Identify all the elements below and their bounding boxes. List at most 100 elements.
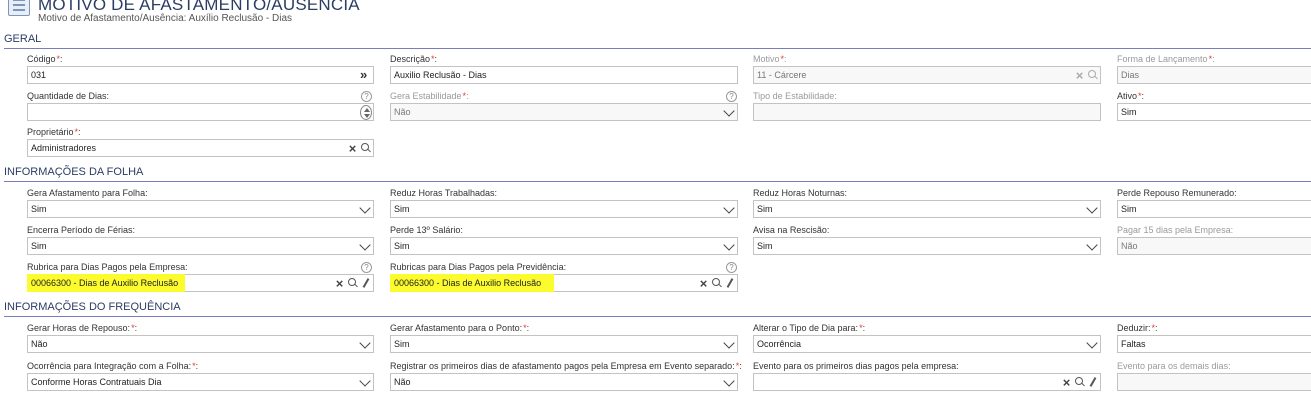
reduz-horas-trabalhadas-value: Sim — [394, 204, 410, 214]
proprietario-label: Proprietário — [27, 127, 74, 137]
search-icon[interactable] — [1088, 70, 1098, 80]
edit-pencil-icon[interactable] — [1088, 376, 1098, 388]
help-icon[interactable]: ? — [361, 91, 372, 102]
clear-x-icon[interactable]: × — [334, 277, 345, 290]
search-icon[interactable] — [361, 143, 371, 153]
codigo-input[interactable]: 031 » — [27, 66, 374, 84]
registrar-primeiros-dias-value: Não — [394, 377, 411, 387]
edit-pencil-icon[interactable] — [725, 277, 735, 289]
clear-x-icon[interactable]: × — [1061, 376, 1072, 389]
help-icon[interactable]: ? — [726, 91, 737, 102]
descricao-label: Descrição — [390, 54, 431, 64]
rubrica-empresa-overlay: 00066300 - Dias de Auxilio Reclusão × — [27, 274, 374, 292]
chevron-down-icon[interactable] — [722, 106, 736, 119]
encerra-periodo-ferias-value: Sim — [31, 241, 47, 251]
deduzir-select[interactable]: Faltas — [1117, 335, 1311, 353]
avisa-rescisao-select[interactable]: Sim — [753, 237, 1101, 255]
descricao-input[interactable]: Auxilio Reclusão - Dias — [390, 66, 738, 84]
rubricas-previdencia-label: Rubricas para Dias Pagos pela Previdênci… — [390, 262, 567, 272]
forma-lancamento-input[interactable]: Dias — [1117, 66, 1311, 84]
evento-demais-dias-label: Evento para os demais dias: — [1117, 361, 1231, 371]
double-chevron-icon[interactable]: » — [360, 68, 374, 82]
pagar-15-dias-value: Não — [1121, 241, 1138, 251]
perde-repouso-select[interactable]: Sim — [1117, 200, 1311, 218]
rubrica-empresa-label: Rubrica para Dias Pagos pela Empresa: — [27, 262, 188, 272]
help-icon[interactable]: ? — [361, 262, 372, 273]
chevron-down-icon[interactable] — [358, 376, 372, 389]
search-icon[interactable] — [348, 278, 358, 288]
gerar-afastamento-ponto-label: Gerar Afastamento para o Ponto: — [390, 323, 523, 333]
deduzir-label: Deduzir: — [1117, 323, 1151, 333]
clear-x-icon[interactable]: × — [698, 277, 709, 290]
evento-demais-dias-input[interactable] — [1117, 373, 1311, 391]
page-list-icon — [8, 0, 30, 16]
search-icon[interactable] — [712, 278, 722, 288]
ativo-select[interactable]: Sim — [1117, 103, 1311, 121]
chevron-down-icon[interactable] — [1085, 240, 1099, 253]
gera-afastamento-folha-value: Sim — [31, 204, 47, 214]
proprietario-input[interactable]: Administradores × — [27, 139, 374, 157]
gerar-horas-repouso-select[interactable]: Não — [27, 335, 374, 353]
rubricas-previdencia-value: 00066300 - Dias de Auxilio Reclusão — [394, 278, 542, 288]
forma-lancamento-value: Dias — [1121, 70, 1140, 80]
clear-x-icon[interactable]: × — [1074, 69, 1085, 82]
motivo-input[interactable]: 11 - Cárcere × — [753, 66, 1101, 84]
reduz-horas-trabalhadas-label: Reduz Horas Trabalhadas: — [390, 188, 498, 198]
registrar-primeiros-dias-label: Registrar os primeiros dias de afastamen… — [390, 361, 735, 371]
encerra-periodo-ferias-select[interactable]: Sim — [27, 237, 374, 255]
reduz-horas-noturnas-value: Sim — [757, 204, 773, 214]
motivo-value: 11 - Cárcere — [757, 70, 807, 80]
proprietario-value: Administradores — [31, 143, 97, 153]
chevron-down-icon[interactable] — [722, 338, 736, 351]
encerra-periodo-ferias-label: Encerra Período de Férias: — [27, 225, 136, 235]
chevron-down-icon[interactable] — [722, 240, 736, 253]
evento-primeiros-dias-input[interactable]: × — [753, 373, 1101, 391]
gera-afastamento-folha-select[interactable]: Sim — [27, 200, 374, 218]
registrar-primeiros-dias-select[interactable]: Não — [390, 373, 738, 391]
reduz-horas-noturnas-label: Reduz Horas Noturnas: — [753, 188, 848, 198]
chevron-down-icon[interactable] — [358, 203, 372, 216]
gerar-afastamento-ponto-select[interactable]: Sim — [390, 335, 738, 353]
forma-lancamento-label: Forma de Lançamento — [1117, 54, 1208, 64]
tipo-estabilidade-label: Tipo de Estabilidade: — [753, 91, 837, 101]
quantidade-dias-label: Quantidade de Dias: — [27, 91, 110, 101]
chevron-down-icon[interactable] — [358, 240, 372, 253]
reduz-horas-noturnas-select[interactable]: Sim — [753, 200, 1101, 218]
perde-13-label: Perde 13º Salário: — [390, 225, 463, 235]
pagar-15-dias-select[interactable]: Não — [1117, 237, 1311, 255]
ativo-value: Sim — [1121, 107, 1137, 117]
pagar-15-dias-label: Pagar 15 dias pela Empresa: — [1117, 225, 1234, 235]
section-folha: INFORMAÇÕES DA FOLHA — [4, 166, 1311, 182]
search-icon[interactable] — [1075, 377, 1085, 387]
codigo-value: 031 — [31, 70, 47, 80]
gera-estabilidade-label: Gera Estabilidade — [390, 91, 462, 101]
quantidade-dias-input[interactable] — [27, 103, 374, 121]
gerar-horas-repouso-value: Não — [31, 339, 48, 349]
alterar-tipo-dia-select[interactable]: Ocorrência — [753, 335, 1101, 353]
rubricas-previdencia-overlay: 00066300 - Dias de Auxilio Reclusão × — [390, 274, 738, 292]
spinner-icon[interactable] — [360, 105, 372, 120]
chevron-down-icon[interactable] — [1085, 338, 1099, 351]
section-frequencia: INFORMAÇÕES DO FREQUÊNCIA — [4, 301, 1311, 317]
help-icon[interactable]: ? — [726, 262, 737, 273]
motivo-label: Motivo — [753, 54, 780, 64]
ocorrencia-integracao-label: Ocorrência para Integração com a Folha: — [27, 361, 192, 371]
deduzir-value: Faltas — [1121, 339, 1146, 349]
chevron-down-icon[interactable] — [722, 376, 736, 389]
chevron-down-icon[interactable] — [722, 203, 736, 216]
tipo-estabilidade-input[interactable] — [753, 103, 1101, 121]
clear-x-icon[interactable]: × — [347, 142, 358, 155]
ocorrencia-integracao-select[interactable]: Conforme Horas Contratuais Dia — [27, 373, 374, 391]
gera-estabilidade-select[interactable]: Não — [390, 103, 738, 121]
chevron-down-icon[interactable] — [1085, 203, 1099, 216]
chevron-down-icon[interactable] — [358, 338, 372, 351]
alterar-tipo-dia-label: Alterar o Tipo de Dia para: — [753, 323, 859, 333]
codigo-label: Código — [27, 54, 56, 64]
edit-pencil-icon[interactable] — [361, 277, 371, 289]
reduz-horas-trabalhadas-select[interactable]: Sim — [390, 200, 738, 218]
perde-13-select[interactable]: Sim — [390, 237, 738, 255]
perde-repouso-value: Sim — [1121, 204, 1137, 214]
perde-13-value: Sim — [394, 241, 410, 251]
evento-primeiros-dias-label: Evento para os primeiros dias pagos pela… — [753, 361, 959, 371]
page-subtitle: Motivo de Afastamento/Ausência: Auxílio … — [38, 13, 293, 24]
